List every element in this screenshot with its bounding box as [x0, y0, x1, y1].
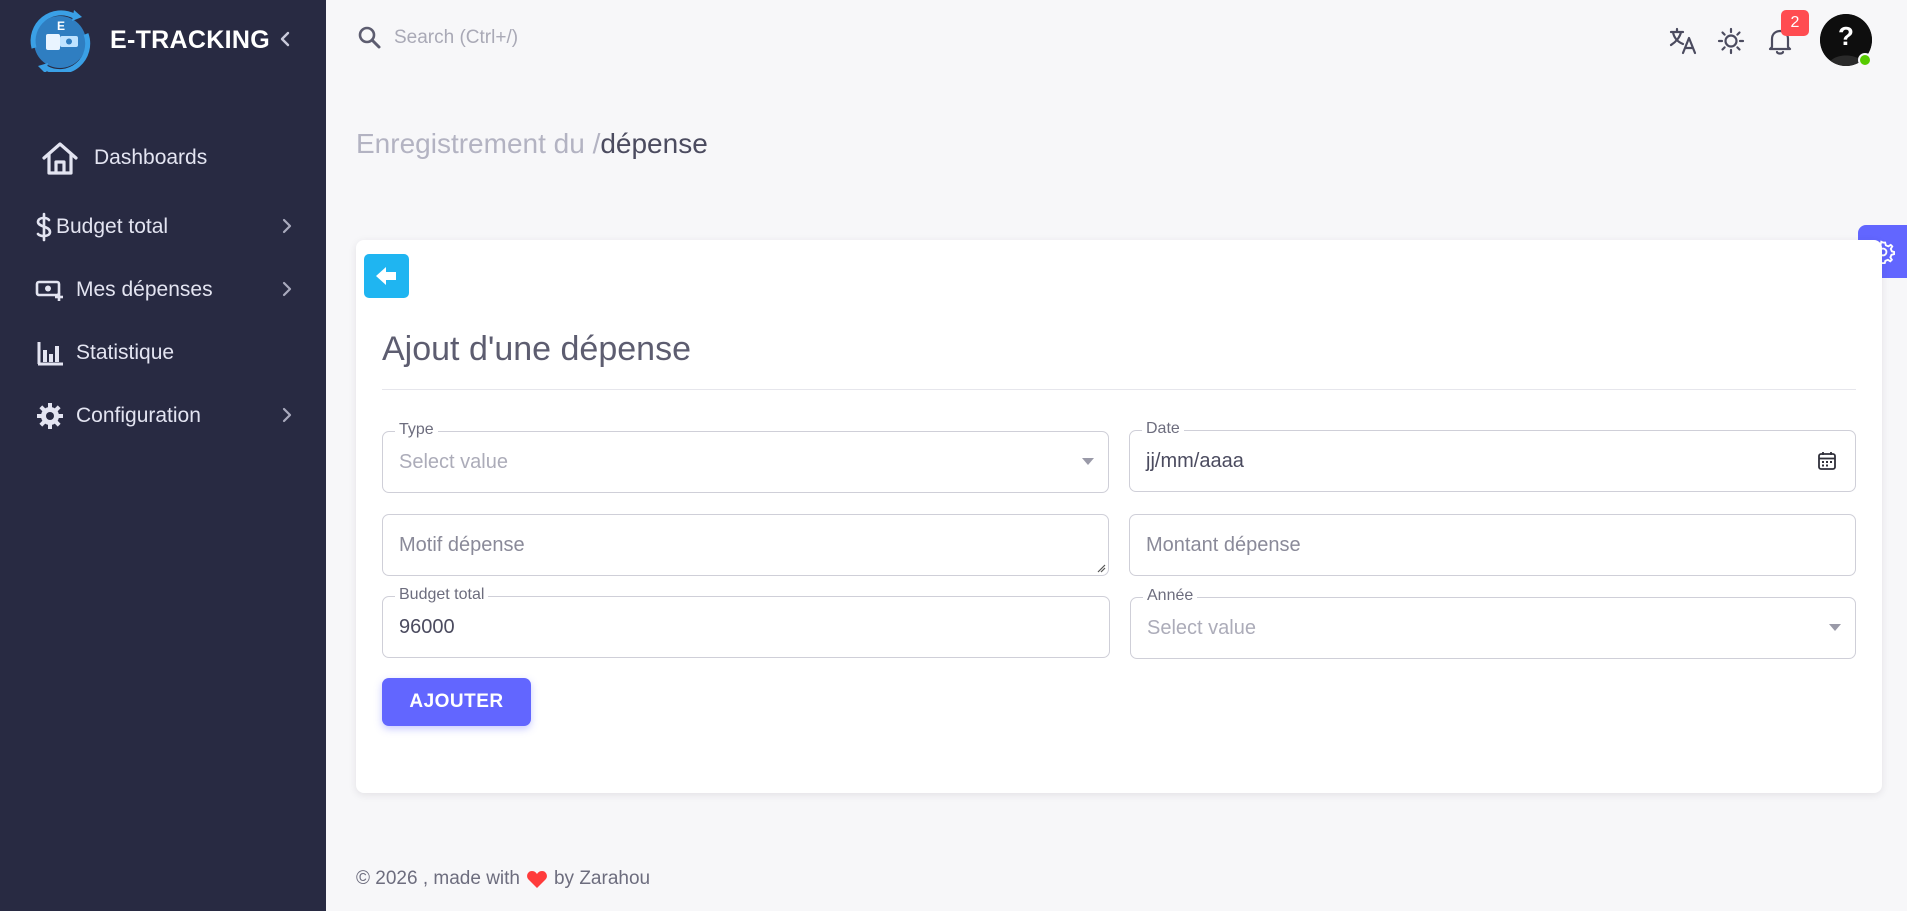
motif-textarea[interactable]: [382, 514, 1109, 576]
sidebar-item-mes-depenses[interactable]: Mes dépenses: [34, 258, 296, 321]
montant-field[interactable]: [1129, 514, 1856, 576]
sidebar-item-budget-total[interactable]: Budget total: [34, 195, 296, 258]
sidebar-item-label: Mes dépenses: [76, 277, 213, 301]
back-button[interactable]: [364, 254, 409, 298]
search-input[interactable]: [394, 27, 694, 49]
sidebar: E E-TRACKING Dashboards Budget total Mes…: [0, 0, 326, 911]
caret-down-icon: [1082, 458, 1094, 465]
theme-toggle-icon[interactable]: [1714, 24, 1748, 58]
brand-name: E-TRACKING: [110, 25, 270, 54]
gear-icon: [34, 400, 66, 432]
search-box[interactable]: [356, 24, 694, 52]
breadcrumb-current: dépense: [600, 128, 708, 159]
resize-grip-icon: [1097, 564, 1106, 573]
arrow-left-icon: [375, 267, 396, 285]
sidebar-item-label: Statistique: [76, 340, 175, 364]
add-button[interactable]: AJOUTER: [382, 678, 531, 726]
sidebar-item-configuration[interactable]: Configuration: [34, 384, 296, 447]
home-icon: [38, 138, 82, 178]
chevron-right-icon: [282, 218, 292, 234]
footer-prefix: © 2026 , made with: [356, 868, 520, 889]
heart-icon: [526, 869, 548, 889]
brand[interactable]: E E-TRACKING: [26, 8, 270, 75]
svg-text:E: E: [57, 19, 65, 33]
type-select-value: Select value: [399, 450, 508, 473]
caret-down-icon: [1829, 624, 1841, 631]
budget-total-field[interactable]: Budget total 96000: [382, 586, 1110, 658]
notification-badge: 2: [1781, 10, 1809, 36]
sidebar-item-label: Dashboards: [94, 145, 208, 169]
date-field-value: jj/mm/aaaa: [1146, 449, 1244, 472]
annee-select[interactable]: Année Select value: [1130, 587, 1856, 659]
montant-input[interactable]: [1146, 515, 1763, 575]
bar-chart-icon: [34, 337, 66, 369]
annee-select-value: Select value: [1147, 616, 1256, 639]
chevron-right-icon: [282, 281, 292, 297]
cash-plus-icon: [34, 274, 66, 306]
sidebar-item-dashboards[interactable]: Dashboards: [38, 126, 296, 189]
footer: © 2026 , made with by Zarahou: [356, 868, 650, 890]
svg-text:?: ?: [1838, 21, 1854, 51]
sidebar-collapse-button[interactable]: [276, 30, 294, 48]
budget-total-value: 96000: [399, 615, 455, 638]
sidebar-item-statistique[interactable]: Statistique: [34, 321, 296, 384]
date-field[interactable]: Date jj/mm/aaaa: [1129, 420, 1856, 492]
online-status-dot: [1858, 53, 1872, 67]
sidebar-nav: Dashboards Budget total Mes dépenses Sta…: [34, 126, 296, 447]
expense-form-card: Ajout d'une dépense Type Select value Da…: [356, 240, 1882, 793]
motif-input[interactable]: [399, 515, 1016, 575]
chevron-left-icon: [280, 31, 290, 47]
dollar-icon: [34, 211, 54, 243]
translate-icon[interactable]: [1666, 24, 1700, 58]
calendar-icon: [1818, 452, 1836, 470]
footer-suffix: by Zarahou: [553, 868, 651, 889]
form-title: Ajout d'une dépense: [382, 330, 691, 368]
breadcrumb: Enregistrement du /dépense: [356, 128, 708, 160]
brand-logo: E: [26, 8, 98, 75]
chevron-right-icon: [282, 407, 292, 423]
breadcrumb-prefix: Enregistrement du /: [356, 128, 601, 159]
search-icon: [356, 24, 384, 52]
type-select[interactable]: Type Select value: [382, 421, 1109, 493]
sidebar-item-label: Configuration: [76, 403, 201, 427]
divider: [382, 389, 1856, 390]
sidebar-item-label: Budget total: [56, 214, 169, 238]
